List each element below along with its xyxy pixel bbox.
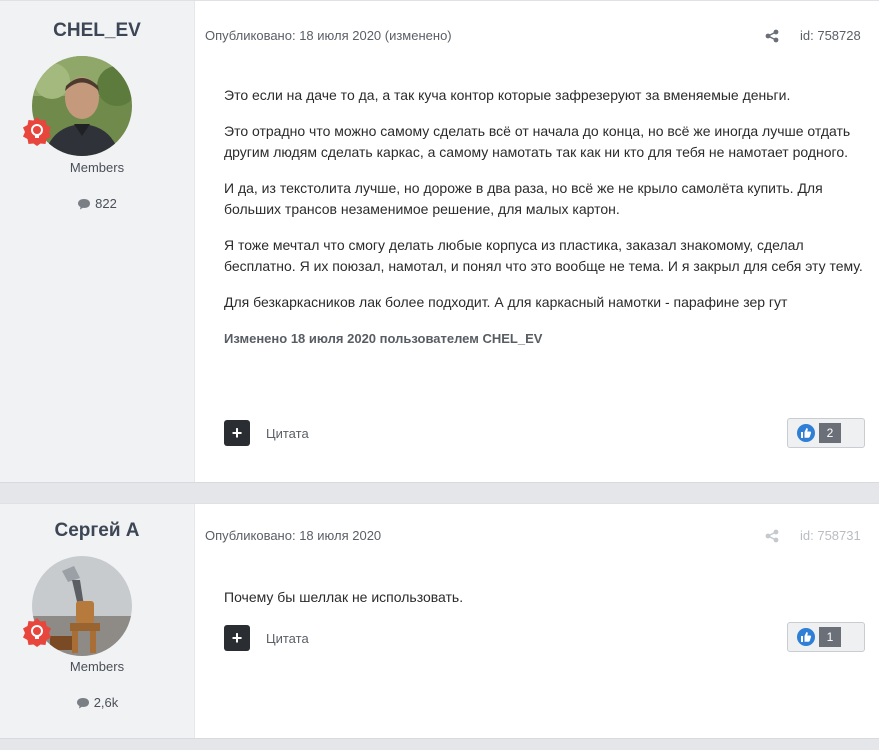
plus-icon: +: [231, 628, 243, 648]
post-count: 2,6k: [0, 695, 194, 712]
plus-icon: +: [231, 423, 243, 443]
author-panel: Сергей А Members 2,6k: [0, 504, 195, 738]
post-count-value: 2,6k: [93, 695, 119, 710]
post-controls: + Цитата: [224, 625, 309, 651]
post-count-value: 822: [95, 196, 117, 211]
member-group: Members: [69, 160, 125, 175]
post-content: Это если на даче то да, а так куча конто…: [224, 85, 864, 349]
published-date: Опубликовано: 18 июля 2020 (изменено): [205, 28, 452, 43]
reaction-button[interactable]: 1: [787, 622, 865, 652]
share-icon[interactable]: [765, 29, 779, 43]
like-icon: [797, 424, 815, 442]
multiquote-button[interactable]: +: [224, 625, 250, 651]
quote-link[interactable]: Цитата: [266, 631, 309, 646]
author-name[interactable]: CHEL_EV: [0, 20, 194, 42]
reaction-count: 1: [819, 627, 841, 647]
post-paragraph: Для безкаркасников лак более подходит. А…: [224, 294, 788, 310]
reaction-count: 2: [819, 423, 841, 443]
author-panel: CHEL_EV Members 822: [0, 1, 195, 482]
like-icon: [797, 628, 815, 646]
post-paragraph: Это отрадно что можно самому сделать всё…: [224, 123, 851, 160]
comment-icon: [77, 198, 91, 213]
post-paragraph: Почему бы шеллак не использовать.: [224, 589, 464, 605]
post-id-link[interactable]: id: 758731: [800, 528, 861, 543]
rank-badge-icon: [22, 617, 52, 647]
post-count: 822: [0, 196, 194, 213]
post-758728: CHEL_EV Members 822 Опубликовано: 18 июл…: [0, 0, 879, 483]
post-id-link[interactable]: id: 758728: [800, 28, 861, 43]
post-paragraph: Я тоже мечтал что смогу делать любые кор…: [224, 237, 863, 274]
post-paragraph: Это если на даче то да, а так куча конто…: [224, 87, 791, 103]
comment-icon: [76, 697, 90, 712]
multiquote-button[interactable]: +: [224, 420, 250, 446]
post-758731: Сергей А Members 2,6k Опубликовано: 18 и…: [0, 503, 879, 739]
post-content: Почему бы шеллак не использовать.: [224, 587, 864, 623]
reaction-button[interactable]: 2: [787, 418, 865, 448]
quote-link[interactable]: Цитата: [266, 426, 309, 441]
author-name[interactable]: Сергей А: [0, 520, 194, 542]
rank-badge-icon: [22, 116, 52, 146]
share-icon[interactable]: [765, 529, 779, 543]
post-controls: + Цитата: [224, 420, 309, 446]
post-paragraph: И да, из текстолита лучше, но дороже в д…: [224, 180, 823, 217]
edited-note: Изменено 18 июля 2020 пользователем CHEL…: [224, 331, 543, 346]
published-date: Опубликовано: 18 июля 2020: [205, 528, 382, 543]
member-group: Members: [69, 659, 125, 674]
